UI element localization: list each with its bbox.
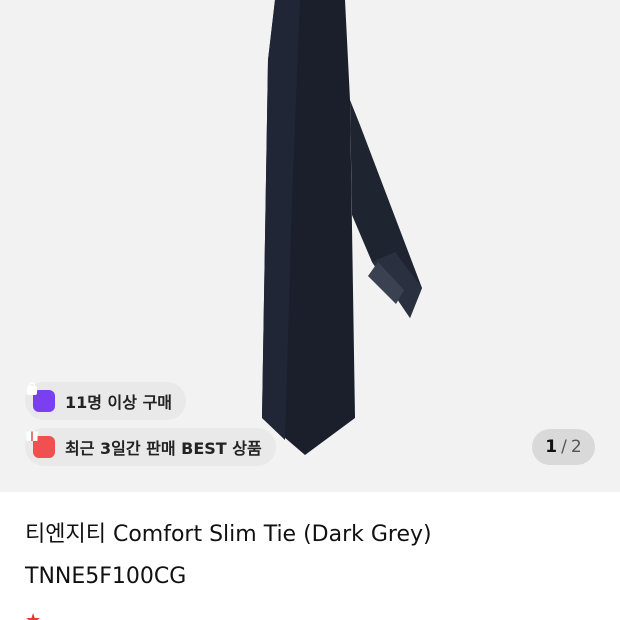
rating-row[interactable]: ★ [25,608,49,620]
best-seller-label: 최근 3일간 판매 BEST 상품 [65,439,262,458]
product-title: 티엔지티 Comfort Slim Tie (Dark Grey) [25,522,432,547]
product-code: TNNE5F100CG [25,564,187,589]
total-image-count: 2 [570,437,582,457]
buyers-count-badge: 11명 이상 구매 [25,382,187,420]
current-image-index: 1 [545,437,558,457]
gift-icon [26,431,55,458]
shopping-bag-icon [27,382,55,412]
pager-separator: / [561,437,567,457]
product-image[interactable]: 11명 이상 구매 최근 3일간 판매 BEST 상품 1 / 2 [0,0,620,492]
star-icon: ★ [25,609,42,620]
image-pager: 1 / 2 [532,429,595,465]
buyers-count-label: 11명 이상 구매 [65,393,173,412]
best-seller-badge: 최근 3일간 판매 BEST 상품 [25,428,276,466]
